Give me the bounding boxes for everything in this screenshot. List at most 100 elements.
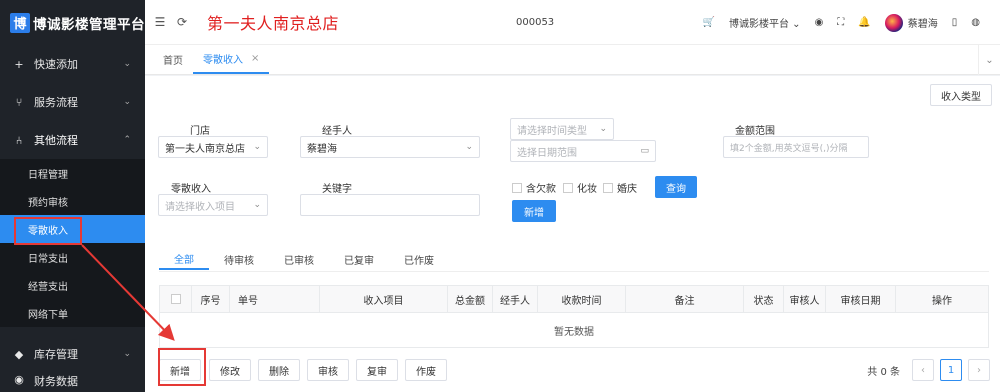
sidebar-item-operating-expense[interactable]: 经营支出 xyxy=(0,271,145,299)
menu-quick-add[interactable]: + 快速添加 ⌄ xyxy=(0,45,145,83)
chevron-up-icon: ⌃ xyxy=(123,135,131,145)
sidebar-item-daily-expense[interactable]: 日常支出 xyxy=(0,243,145,271)
amount-range-input[interactable]: 填2个金额,用英文逗号(,)分隔 xyxy=(723,136,869,158)
tab-home[interactable]: 首页 xyxy=(153,45,193,74)
data-table: 序号 单号 收入项目 总金额 经手人 收款时间 备注 状态 审核人 审核日期 操… xyxy=(159,285,989,348)
menu-inventory[interactable]: ◆ 库存管理 ⌄ xyxy=(0,335,145,373)
globe-icon[interactable]: ◍ xyxy=(971,17,980,28)
checkbox-box xyxy=(170,294,181,304)
select-all[interactable] xyxy=(160,285,192,313)
prev-page-button[interactable]: ‹ xyxy=(912,359,934,381)
page-button[interactable]: 1 xyxy=(940,359,962,381)
menu-other-flow[interactable]: ⑃ 其他流程 ⌃ xyxy=(0,121,145,159)
record-icon[interactable]: ◉ xyxy=(815,17,824,28)
cart-icon[interactable]: 🛒 xyxy=(703,17,715,28)
platform-label: 博诚影楼平台 xyxy=(729,19,789,30)
store-value: 第一夫人南京总店 xyxy=(165,143,245,155)
col-header: 备注 xyxy=(626,285,744,313)
checkbox-box xyxy=(563,182,573,193)
time-type-select[interactable]: 请选择时间类型 ⌄ xyxy=(510,118,614,140)
logo-text: 博诚影楼管理平台 xyxy=(33,16,145,33)
user-menu[interactable]: 蔡碧海 xyxy=(884,13,938,32)
tab-pending[interactable]: 待审核 xyxy=(209,248,269,270)
empty-state: 暂无数据 xyxy=(554,326,594,338)
date-range-placeholder: 选择日期范围 xyxy=(517,147,577,159)
flow-icon: ⑂ xyxy=(15,95,23,109)
logo: 博 博诚影楼管理平台 xyxy=(0,0,145,45)
col-header: 经手人 xyxy=(493,285,538,313)
date-range-picker[interactable]: 选择日期范围 ▭ xyxy=(510,140,656,162)
tab-label: 零散收入 xyxy=(203,55,243,66)
checkbox-label: 含欠款 xyxy=(526,184,556,195)
store-code: 000053 xyxy=(516,16,555,28)
amount-placeholder: 填2个金额,用英文逗号(,)分隔 xyxy=(730,143,848,154)
menu-label: 库存管理 xyxy=(34,348,78,361)
bell-icon[interactable]: 🔔 xyxy=(858,17,870,28)
mobile-icon[interactable]: ▯ xyxy=(952,17,958,28)
sidebar-item-online-order[interactable]: 网络下单 xyxy=(0,299,145,327)
query-button[interactable]: 查询 xyxy=(655,176,697,198)
pagination: 共 0 条 ‹ 1 › xyxy=(867,359,990,381)
col-header: 总金额 xyxy=(448,285,493,313)
annotation-box-new xyxy=(158,348,206,386)
menu-toggle-icon[interactable]: ☰ xyxy=(149,15,171,29)
checkbox-wedding[interactable]: 婚庆 xyxy=(603,180,637,195)
chevron-down-icon: ⌄ xyxy=(253,200,261,210)
main-content: 收入类型 门店 第一夫人南京总店 ⌄ 经手人 蔡碧海 ⌄ 请选择时间类型 ⌄ 选… xyxy=(145,76,1000,392)
tab-voided[interactable]: 已作废 xyxy=(389,248,449,270)
platform-select[interactable]: 博诚影楼平台 ⌄ xyxy=(729,15,801,30)
tab-misc-income[interactable]: 零散收入 × xyxy=(193,45,270,74)
time-type-placeholder: 请选择时间类型 xyxy=(517,125,587,137)
checkbox-label: 婚庆 xyxy=(617,184,637,195)
handler-value: 蔡碧海 xyxy=(307,143,337,155)
plus-icon: + xyxy=(14,57,24,71)
checkbox-arrears[interactable]: 含欠款 xyxy=(512,180,556,195)
income-type-button[interactable]: 收入类型 xyxy=(930,84,992,106)
tab-rechecked[interactable]: 已复审 xyxy=(329,248,389,270)
next-page-button[interactable]: › xyxy=(968,359,990,381)
menu-label: 财务数据 xyxy=(34,375,78,388)
status-tabs: 全部 待审核 已审核 已复审 已作废 xyxy=(159,248,449,270)
store-title: 第一夫人南京总店 xyxy=(207,14,340,33)
menu-finance[interactable]: ◉ 财务数据 xyxy=(0,373,145,391)
checkbox-makeup[interactable]: 化妆 xyxy=(563,180,597,195)
col-header: 序号 xyxy=(192,285,230,313)
tab-approved[interactable]: 已审核 xyxy=(269,248,329,270)
sidebar-item-schedule[interactable]: 日程管理 xyxy=(0,159,145,187)
void-button[interactable]: 作废 xyxy=(405,359,447,381)
tab-all[interactable]: 全部 xyxy=(159,248,209,270)
store-select[interactable]: 第一夫人南京总店 ⌄ xyxy=(158,136,268,158)
calendar-icon: ▭ xyxy=(640,146,649,156)
menu-service-flow[interactable]: ⑂ 服务流程 ⌄ xyxy=(0,83,145,121)
branch-icon: ⑃ xyxy=(15,133,23,147)
col-header: 单号 xyxy=(230,285,320,313)
chevron-down-icon[interactable]: ⌄ xyxy=(978,45,1000,75)
handler-select[interactable]: 蔡碧海 ⌄ xyxy=(300,136,480,158)
edit-button[interactable]: 修改 xyxy=(209,359,251,381)
new-button-top[interactable]: 新增 xyxy=(512,200,556,222)
refresh-icon[interactable]: ⟳ xyxy=(171,15,193,29)
income-item-select[interactable]: 请选择收入项目 ⌄ xyxy=(158,194,268,216)
user-name: 蔡碧海 xyxy=(907,19,938,30)
logo-badge: 博 xyxy=(10,12,30,33)
recheck-button[interactable]: 复审 xyxy=(356,359,398,381)
chevron-down-icon: ⌄ xyxy=(123,59,131,69)
misc-income-label: 零散收入 xyxy=(171,184,211,195)
top-header: ☰ ⟳ 第一夫人南京总店 000053 🛒 博诚影楼平台 ⌄ ◉ ⛶ 🔔 蔡碧海… xyxy=(145,0,1000,45)
close-icon[interactable]: × xyxy=(251,53,259,64)
menu-label: 服务流程 xyxy=(34,96,78,109)
chevron-down-icon: ⌄ xyxy=(123,97,131,107)
menu-label: 其他流程 xyxy=(34,134,78,147)
delete-button[interactable]: 删除 xyxy=(258,359,300,381)
chevron-down-icon: ⌄ xyxy=(465,142,473,152)
annotation-box-sidebar xyxy=(14,217,82,245)
divider xyxy=(159,271,989,272)
fullscreen-icon[interactable]: ⛶ xyxy=(837,17,844,28)
col-header: 审核人 xyxy=(784,285,826,313)
review-button[interactable]: 审核 xyxy=(307,359,349,381)
keyword-input[interactable] xyxy=(300,194,480,216)
sidebar-item-booking-review[interactable]: 预约审核 xyxy=(0,187,145,215)
col-header: 收入项目 xyxy=(320,285,448,313)
amount-label: 金额范围 xyxy=(735,126,775,137)
checkbox-box xyxy=(512,182,522,193)
